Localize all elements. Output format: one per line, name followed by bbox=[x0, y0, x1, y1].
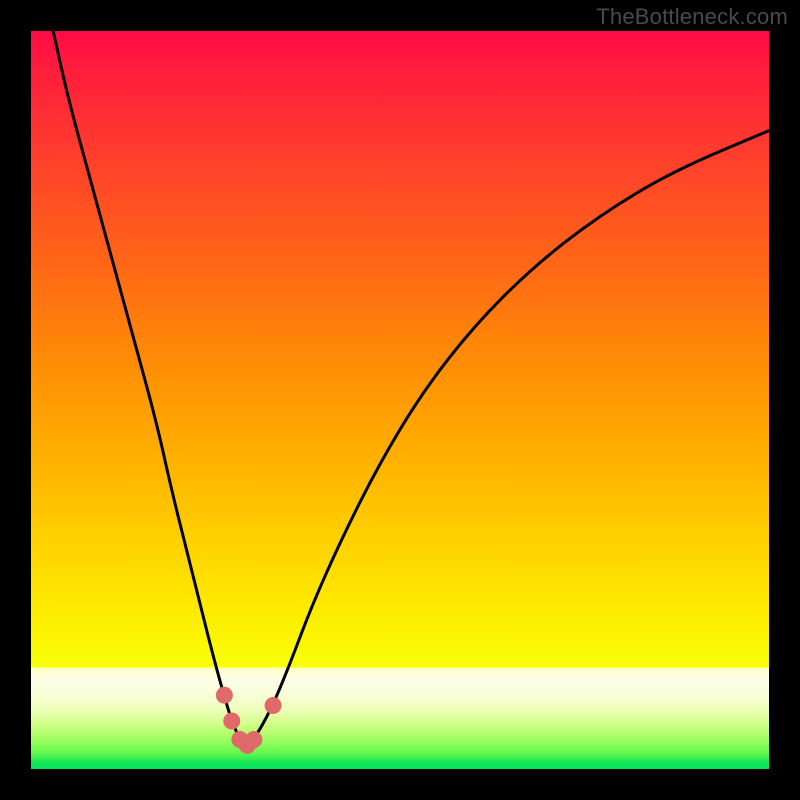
curve-marker bbox=[265, 697, 282, 714]
curve-marker bbox=[245, 731, 262, 748]
bottleneck-curve bbox=[53, 31, 769, 744]
curve-marker bbox=[223, 713, 240, 730]
watermark-text: TheBottleneck.com bbox=[596, 4, 788, 30]
curve-marker bbox=[216, 687, 233, 704]
chart-plot-area bbox=[31, 31, 769, 769]
chart-svg bbox=[31, 31, 769, 769]
chart-frame: TheBottleneck.com bbox=[0, 0, 800, 800]
curve-markers bbox=[216, 687, 282, 754]
